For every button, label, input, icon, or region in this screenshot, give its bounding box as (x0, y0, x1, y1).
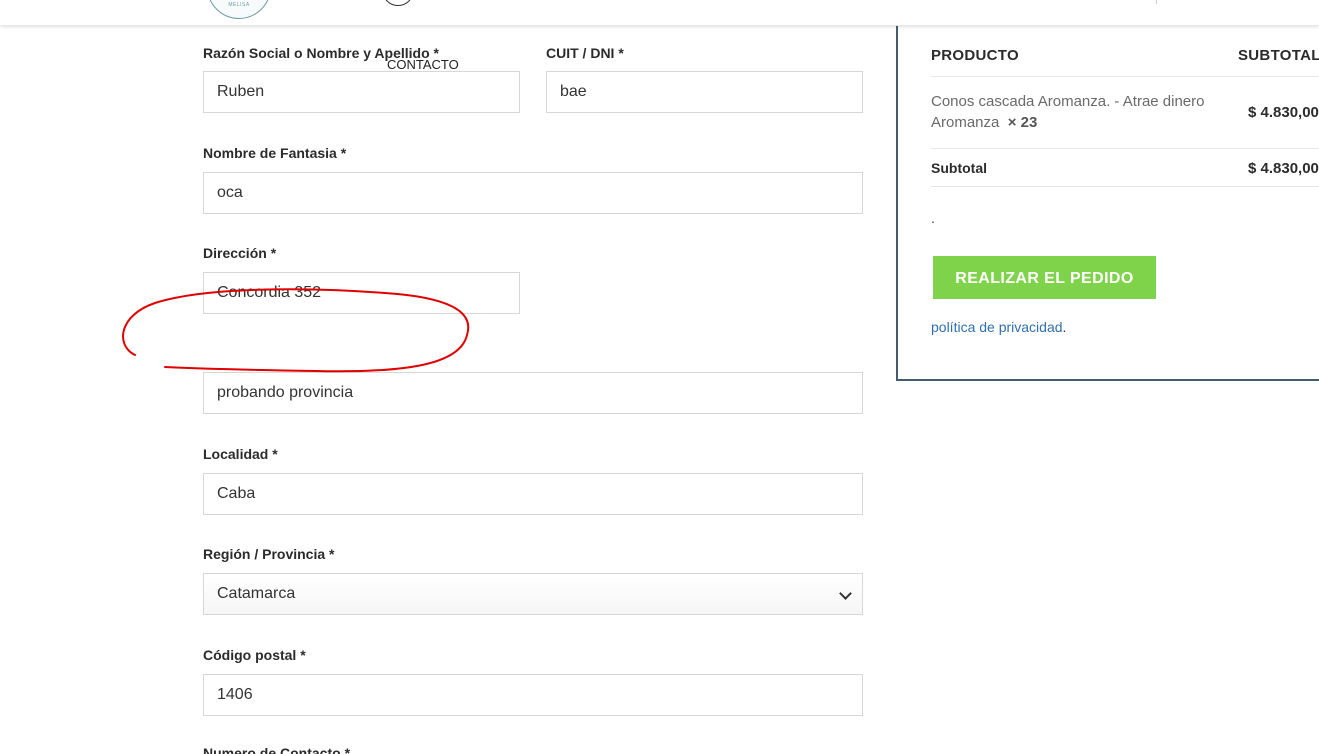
order-item-title: Conos cascada Aromanza. - Atrae dinero A… (931, 93, 1205, 131)
logo-text: MELISA (228, 2, 250, 8)
razon-social-input[interactable]: Ruben (203, 71, 520, 113)
label-localidad: Localidad * (203, 446, 278, 462)
divider (931, 148, 1319, 149)
direccion-input[interactable]: Concordia 352 (203, 272, 520, 314)
subtotal-label: Subtotal (931, 160, 987, 176)
region-select[interactable]: Catamarca (203, 573, 863, 615)
column-header-subtotal: SUBTOTAL (1238, 47, 1319, 64)
order-item-name: Conos cascada Aromanza. - Atrae dinero A… (931, 91, 1231, 133)
site-logo[interactable]: MELISA (207, 0, 271, 19)
nav-link-contacto[interactable]: CONTACTO (387, 57, 459, 72)
column-header-producto: PRODUCTO (931, 47, 1019, 64)
place-order-button[interactable]: REALIZAR EL PEDIDO (933, 256, 1156, 299)
cuit-input[interactable]: bae (546, 71, 863, 113)
provincia-text-input[interactable]: probando provincia (203, 372, 863, 414)
label-region: Región / Provincia * (203, 546, 335, 562)
codigo-postal-input[interactable]: 1406 (203, 674, 863, 716)
subtotal-value: $ 4.830,00 (1248, 160, 1319, 177)
header-circle-icon[interactable] (382, 0, 414, 6)
divider (931, 76, 1319, 77)
header-divider (1156, 0, 1157, 4)
terms-text: . (931, 210, 935, 226)
label-cuit: CUIT / DNI * (546, 45, 624, 61)
label-numero-contacto: Numero de Contacto * (203, 745, 351, 754)
region-select-value: Catamarca (217, 585, 296, 602)
localidad-input[interactable]: Caba (203, 473, 863, 515)
order-item-qty: × 23 (1007, 114, 1038, 131)
label-direccion: Dirección * (203, 245, 277, 261)
divider (931, 186, 1319, 187)
label-nombre-fantasia: Nombre de Fantasia * (203, 145, 347, 161)
nombre-fantasia-input[interactable]: oca (203, 172, 863, 214)
checkout-page: MELISA CONTACTO Razón Social o Nombre y … (0, 0, 1319, 754)
privacy-policy-link[interactable]: política de privacidad (931, 319, 1063, 335)
label-codigo-postal: Código postal * (203, 647, 306, 663)
site-header: MELISA (0, 0, 1319, 25)
order-summary: PRODUCTO SUBTOTAL Conos cascada Aromanza… (896, 26, 1319, 381)
privacy-suffix: . (1062, 319, 1067, 335)
chevron-down-icon (839, 587, 852, 600)
privacy-text: política de privacidad. (931, 319, 1066, 335)
order-item-price: $ 4.830,00 (1248, 104, 1319, 121)
